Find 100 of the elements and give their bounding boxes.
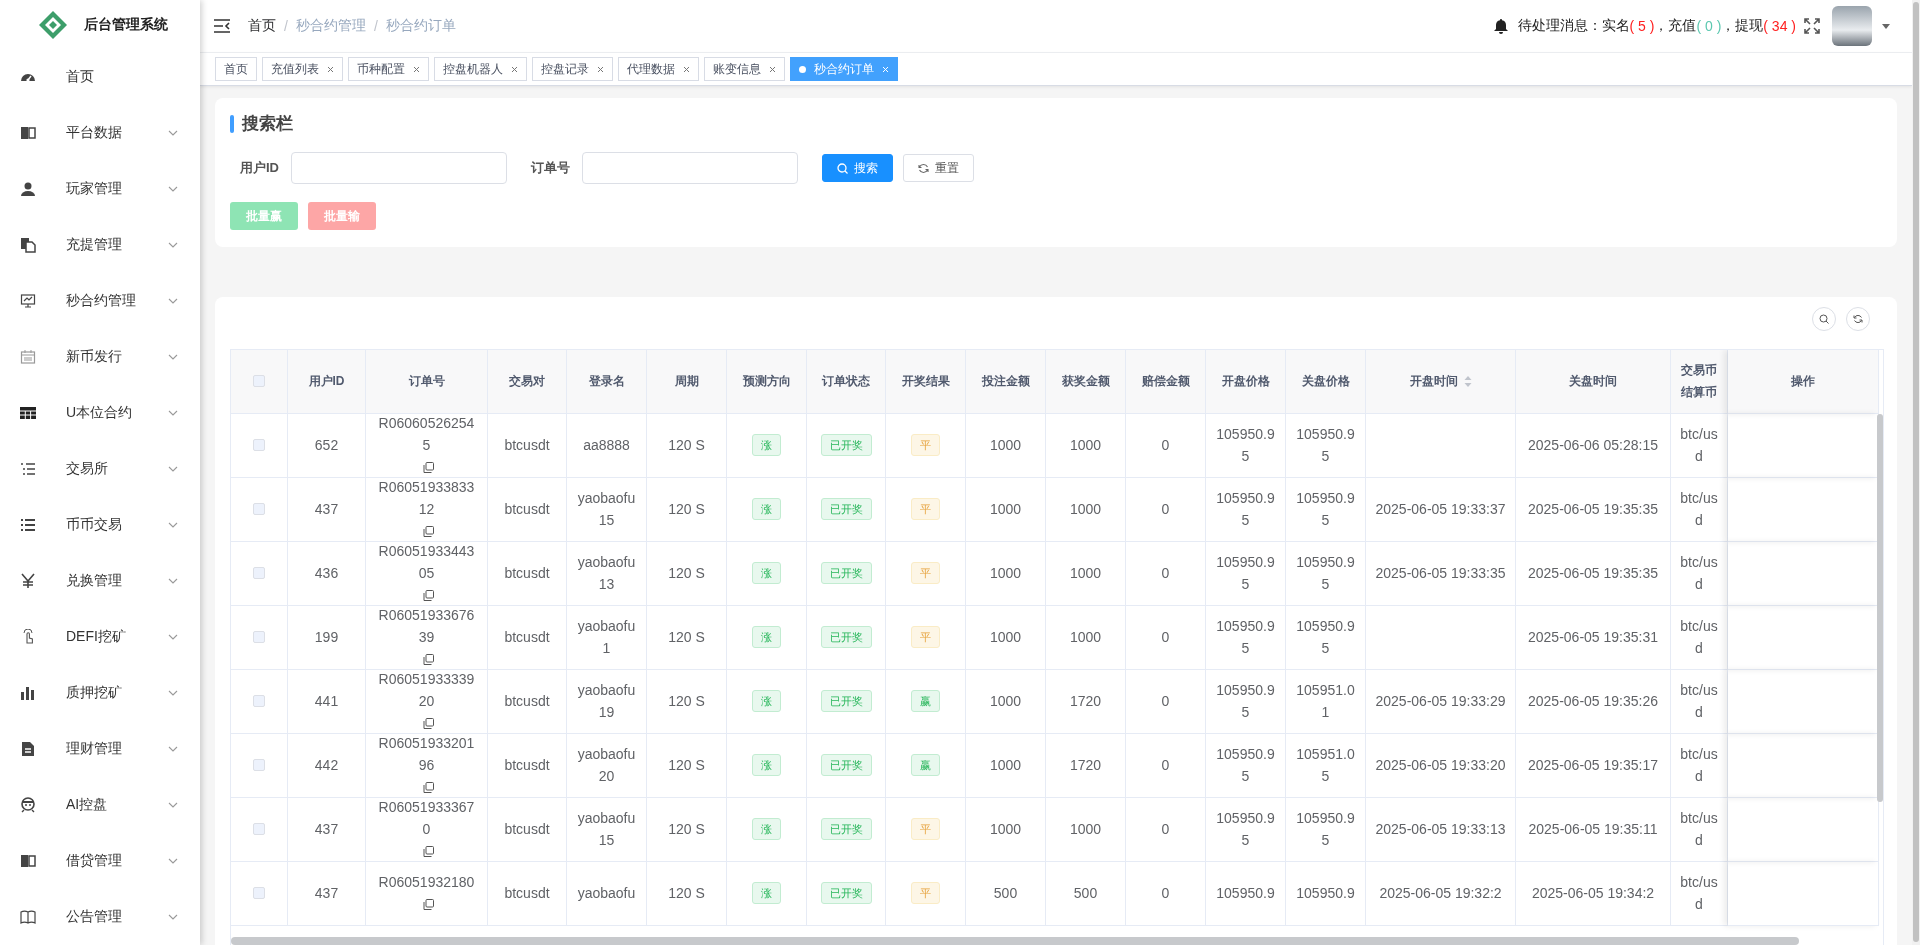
- close-icon[interactable]: [413, 65, 420, 73]
- close-icon[interactable]: [327, 65, 334, 73]
- copy-icon[interactable]: [422, 590, 434, 602]
- table-cell-text: 120 S: [668, 628, 705, 648]
- sidebar-item[interactable]: 玩家管理: [0, 161, 200, 217]
- copy-icon[interactable]: [422, 846, 434, 858]
- status-tag: 平: [911, 626, 940, 649]
- table-cell-text: 120 S: [668, 692, 705, 712]
- sidebar-item[interactable]: 理财管理: [0, 721, 200, 777]
- checkbox[interactable]: [253, 375, 265, 388]
- chevron-down-icon: [168, 130, 178, 136]
- table-cell-text: 2025-06-05 19:33:29: [1375, 692, 1506, 712]
- menu-fold-icon[interactable]: [214, 19, 230, 33]
- sidebar-item[interactable]: 充提管理: [0, 217, 200, 273]
- sidebar-item[interactable]: 质押挖矿: [0, 665, 200, 721]
- page-tab[interactable]: 控盘记录: [532, 57, 613, 81]
- sidebar-item[interactable]: 借贷管理: [0, 833, 200, 889]
- status-tag: 平: [911, 882, 940, 905]
- chevron-down-icon: [168, 186, 178, 192]
- horizontal-scrollbar[interactable]: [231, 937, 1799, 945]
- vertical-scrollbar[interactable]: [1877, 413, 1883, 802]
- checkbox[interactable]: [253, 759, 265, 772]
- status-tag: 平: [911, 818, 940, 841]
- checkbox[interactable]: [253, 695, 265, 708]
- fullscreen-icon[interactable]: [1804, 18, 1820, 34]
- close-icon[interactable]: [683, 65, 690, 73]
- sidebar-item[interactable]: 兑换管理: [0, 553, 200, 609]
- close-icon[interactable]: [597, 65, 604, 73]
- sidebar-item[interactable]: DEFI挖矿: [0, 609, 200, 665]
- caret-down-icon[interactable]: [1882, 23, 1890, 29]
- input-field[interactable]: [291, 152, 507, 184]
- checkbox[interactable]: [253, 823, 265, 836]
- page-tab[interactable]: 控盘机器人: [434, 57, 527, 81]
- breadcrumb-separator: /: [373, 18, 378, 34]
- copy-icon[interactable]: [422, 782, 434, 794]
- page-tab[interactable]: 充值列表: [262, 57, 343, 81]
- copy-icon[interactable]: [422, 718, 434, 730]
- table-cell-text: aa8888: [583, 436, 630, 456]
- table-cell-text: 1720: [1069, 756, 1102, 776]
- table-cell-text: 1000: [1069, 500, 1102, 520]
- table-cell-text: 1000: [989, 628, 1022, 648]
- chevron-down-icon: [168, 690, 178, 696]
- table-cell-text: 120 S: [668, 500, 705, 520]
- status-tag: 赢: [911, 690, 940, 713]
- column-header[interactable]: 开盘时间: [1366, 349, 1516, 414]
- order-number: R0605193333920: [378, 670, 475, 712]
- sidebar-item[interactable]: 币币交易: [0, 497, 200, 553]
- copy-icon[interactable]: [422, 899, 434, 911]
- sidebar-item[interactable]: U本位合约: [0, 385, 200, 441]
- book-icon: [20, 853, 36, 869]
- avatar-photo-placeholder[interactable]: [1832, 6, 1872, 46]
- notice-count: ( 34 ): [1763, 18, 1796, 34]
- sidebar-item[interactable]: 公告管理: [0, 889, 200, 945]
- open-book-icon: [20, 909, 36, 925]
- checkbox[interactable]: [253, 567, 265, 580]
- documents-icon: [20, 237, 36, 253]
- breadcrumb-item[interactable]: 首页: [248, 17, 276, 35]
- table-cell-text: 2025-06-06 05:28:15: [1528, 436, 1658, 456]
- column-header: 周期: [647, 349, 727, 414]
- status-tag: 涨: [752, 562, 781, 585]
- table-cell-text: btcusdt: [504, 564, 550, 584]
- checkbox[interactable]: [253, 503, 265, 516]
- page-tab[interactable]: 代理数据: [618, 57, 699, 81]
- table-cell-text: 2025-06-05 19:33:37: [1375, 500, 1506, 520]
- yen-icon: [20, 573, 36, 589]
- page-tab[interactable]: 首页: [215, 57, 257, 81]
- copy-icon[interactable]: [422, 526, 434, 538]
- table-cell-text: 0: [1161, 820, 1170, 840]
- sidebar-item[interactable]: 交易所: [0, 441, 200, 497]
- sidebar-item[interactable]: 平台数据: [0, 105, 200, 161]
- sidebar-item[interactable]: AI控盘: [0, 777, 200, 833]
- bell-icon[interactable]: [1493, 18, 1508, 34]
- chevron-down-icon: [168, 634, 178, 640]
- notice-name: 提现: [1735, 17, 1764, 33]
- sidebar-item[interactable]: 新币发行: [0, 329, 200, 385]
- page-tab[interactable]: 账变信息: [704, 57, 785, 81]
- table-cell-text: btcusdt: [504, 436, 550, 456]
- table-cell-text: 2025-06-05 19:35:35: [1528, 564, 1658, 584]
- table-cell-text: 105950.95: [1215, 425, 1276, 467]
- copy-icon[interactable]: [422, 462, 434, 474]
- status-tag: 涨: [752, 882, 781, 905]
- sidebar-item[interactable]: 秒合约管理: [0, 273, 200, 329]
- checkbox[interactable]: [253, 631, 265, 644]
- refresh-icon: [918, 162, 929, 174]
- table-cell-text: 120 S: [668, 436, 705, 456]
- close-icon[interactable]: [769, 65, 776, 73]
- page-scrollbar[interactable]: [1913, 2, 1919, 942]
- reset-button[interactable]: 重置: [903, 154, 974, 182]
- checkbox[interactable]: [253, 887, 265, 900]
- copy-icon[interactable]: [422, 654, 434, 666]
- table-cell-text: 1000: [989, 692, 1022, 712]
- chevron-down-icon: [168, 354, 178, 360]
- input-field[interactable]: [582, 152, 798, 184]
- column-header: 订单状态: [807, 349, 886, 414]
- bar-chart-icon: [20, 685, 36, 701]
- table-cell-text: 199: [314, 628, 339, 648]
- close-icon[interactable]: [511, 65, 518, 73]
- checkbox[interactable]: [253, 439, 265, 452]
- page-tab[interactable]: 币种配置: [348, 57, 429, 81]
- sidebar-item[interactable]: 首页: [0, 49, 200, 105]
